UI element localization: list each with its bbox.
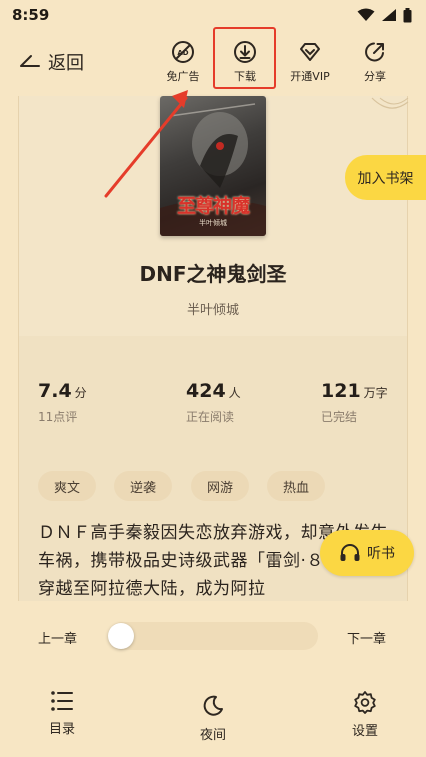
- readers-value: 424: [186, 380, 226, 402]
- rating-unit: 分: [74, 386, 87, 400]
- settings-label: 设置: [351, 724, 378, 739]
- vip-diamond-icon: [300, 43, 320, 61]
- battery-icon: [403, 7, 412, 22]
- status-icons: [357, 7, 412, 23]
- rating-count: 11点评: [38, 410, 78, 424]
- tag-chip[interactable]: 网游: [191, 471, 249, 501]
- rating-stat[interactable]: 7.4 分 11点评: [38, 380, 87, 425]
- readers-label: 正在阅读: [186, 410, 235, 424]
- ad-free-label: 免广告: [166, 70, 200, 83]
- tag-chip[interactable]: 逆袭: [114, 471, 172, 501]
- tag-chip[interactable]: 爽文: [38, 471, 96, 501]
- gear-icon: [354, 691, 376, 714]
- night-mode-label: 夜间: [199, 728, 226, 743]
- share-label: 分享: [364, 70, 386, 83]
- back-label: 返回: [48, 53, 84, 74]
- toc-label: 目录: [48, 722, 75, 737]
- night-mode-button[interactable]: 夜间: [183, 694, 243, 743]
- moon-icon: [203, 695, 223, 716]
- readers-unit: 人: [228, 386, 241, 400]
- annotation-arrow-icon: [104, 90, 188, 198]
- decorative-swirl-icon: [371, 97, 409, 109]
- listen-button[interactable]: 听书: [320, 530, 414, 576]
- progress-slider-handle[interactable]: [108, 623, 134, 649]
- book-title: DNF之神鬼剑圣: [139, 262, 287, 286]
- listen-label: 听书: [367, 546, 395, 562]
- cellular-signal-icon: [382, 9, 396, 21]
- status-bar: 8:59: [0, 0, 426, 30]
- cover-author: 半叶倾城: [199, 219, 227, 227]
- wordcount-value: 121: [321, 380, 361, 402]
- share-icon: [365, 42, 384, 62]
- ad-free-icon: AD: [172, 41, 194, 63]
- vip-button[interactable]: 开通VIP: [282, 40, 338, 92]
- book-author[interactable]: 半叶倾城: [0, 299, 426, 318]
- ad-free-button[interactable]: AD 免广告: [155, 40, 211, 92]
- back-button[interactable]: 返回: [18, 48, 84, 76]
- chapter-progress-slider[interactable]: [108, 622, 318, 650]
- back-arrow-icon: [20, 55, 40, 67]
- prev-chapter-button[interactable]: 上一章: [38, 628, 77, 647]
- rating-value: 7.4: [38, 380, 72, 402]
- wordcount-stat: 121 万字 已完结: [321, 380, 388, 425]
- status-time: 8:59: [12, 6, 50, 24]
- vip-label: 开通VIP: [290, 70, 330, 83]
- reader-control-panel: 上一章 下一章 目录 夜间 设置: [0, 601, 426, 757]
- next-chapter-button[interactable]: 下一章: [347, 628, 386, 647]
- wordcount-unit: 万字: [363, 386, 388, 400]
- svg-text:AD: AD: [177, 49, 188, 57]
- tag-chip[interactable]: 热血: [267, 471, 325, 501]
- wifi-icon: [357, 8, 375, 21]
- settings-button[interactable]: 设置: [335, 690, 395, 739]
- download-highlight-box: [213, 27, 276, 89]
- headphones-icon: [340, 544, 360, 561]
- readers-stat: 424 人 正在阅读: [186, 380, 241, 425]
- completion-status: 已完结: [321, 410, 358, 424]
- add-to-bookshelf-button[interactable]: 加入书架: [345, 155, 426, 200]
- share-button[interactable]: 分享: [347, 40, 403, 92]
- table-of-contents-button[interactable]: 目录: [32, 690, 92, 737]
- list-icon: [51, 691, 73, 711]
